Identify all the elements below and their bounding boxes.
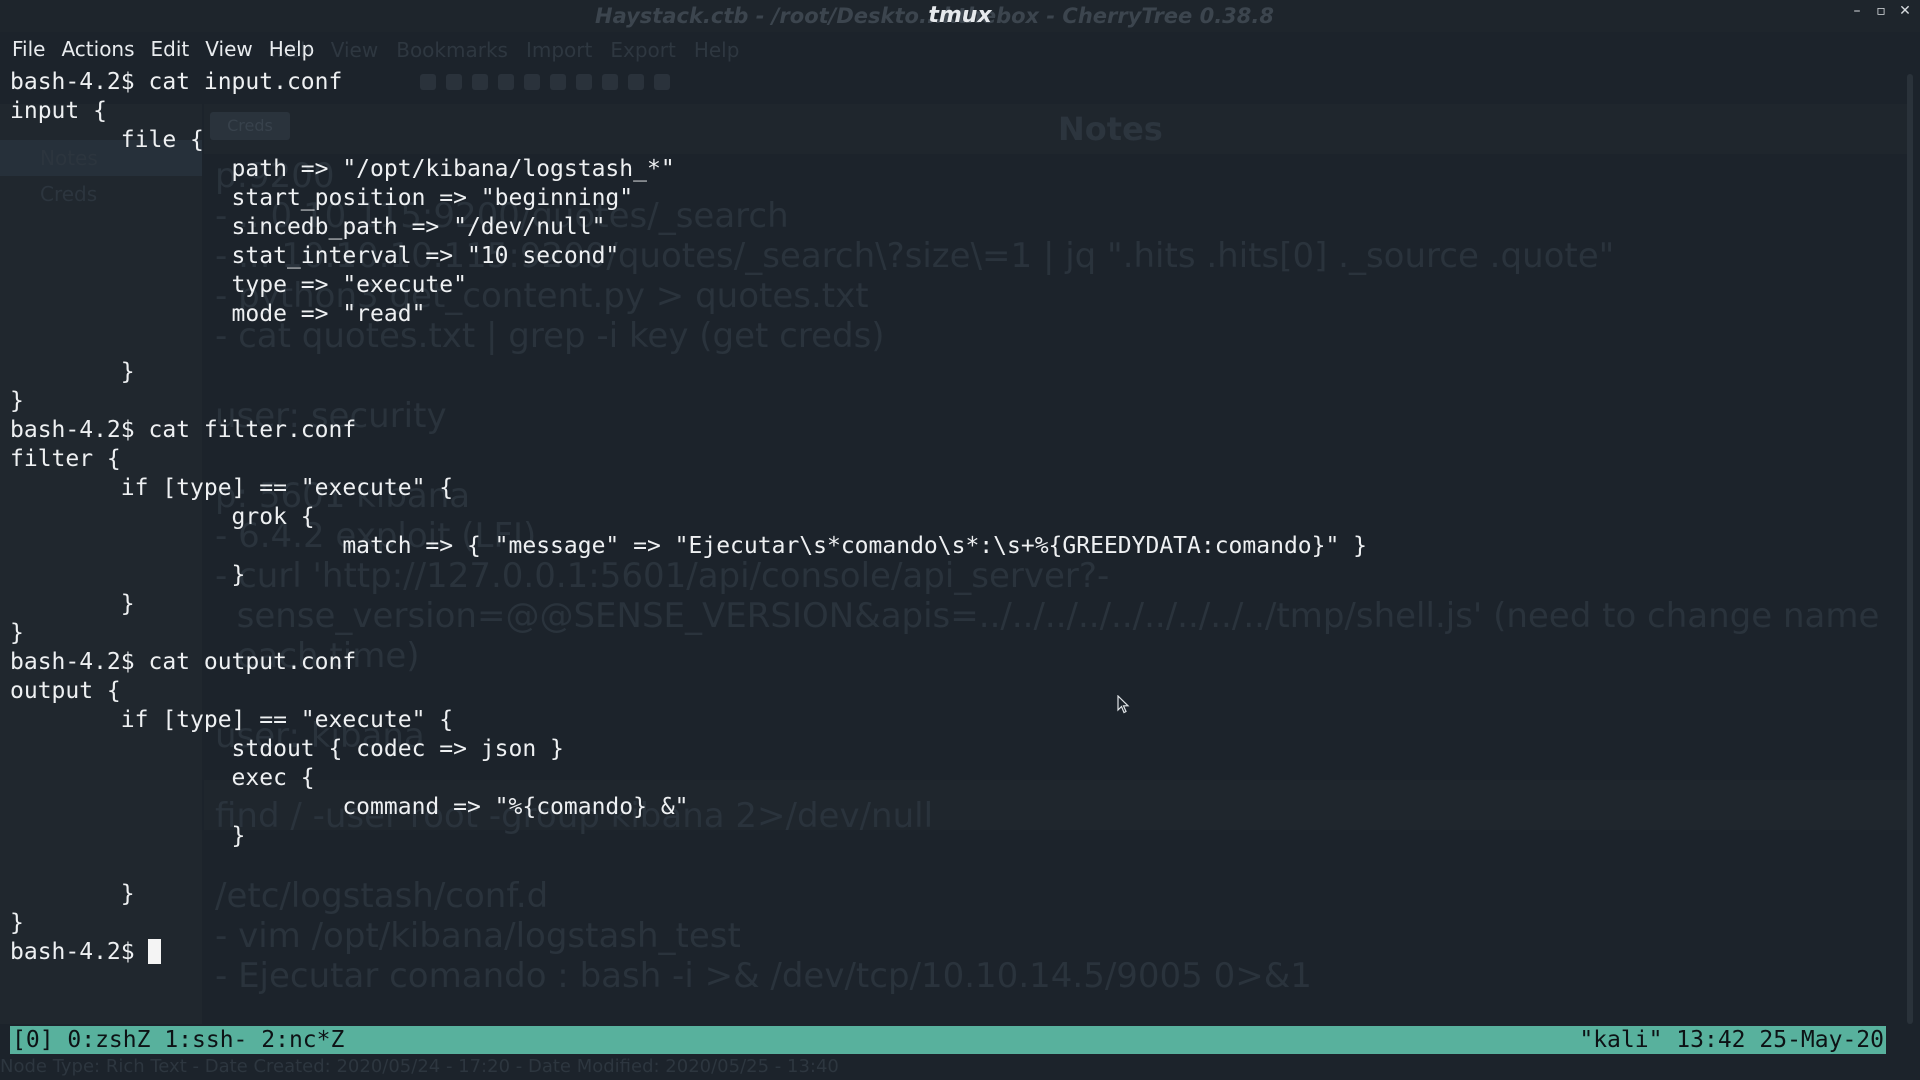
background-menu-item: Import [525,38,593,62]
terminal-line: sincedb_path => "/dev/null" [10,214,606,240]
terminal-line: if [type] == "execute" { [10,707,454,733]
minimize-icon[interactable]: – [1850,4,1864,18]
menu-edit[interactable]: Edit [143,37,198,61]
menu-actions[interactable]: Actions [53,37,142,61]
window-controls: – ▫ ✕ [1850,4,1912,18]
window-titlebar: Haystack.ctb - /root/Deskto...kthebox - … [0,0,1920,32]
menu-view[interactable]: View [197,37,260,61]
terminal-line: mode => "read" [10,301,426,327]
menu-bar: ...ch View Bookmarks Import Export Help … [0,32,1920,66]
terminal-line: output { [10,678,121,704]
background-menu: ...ch View Bookmarks Import Export Help [270,38,739,62]
background-menu-item: Export [610,38,676,62]
terminal-line: exec { [10,765,315,791]
background-menu-item: View [330,38,379,62]
tmux-session-info: "kali" 13:42 25-May-20 [1579,1027,1884,1053]
terminal-line: } [10,591,135,617]
terminal-line: file { [10,127,204,153]
tmux-window-list: [0] 0:zshZ 1:ssh- 2:nc*Z [12,1027,345,1053]
terminal-line: } [10,620,24,646]
window-title: tmux [928,3,992,28]
terminal-line: bash-4.2$ cat input.conf [10,69,343,95]
terminal-prompt: bash-4.2$ [10,939,149,965]
terminal-line: path => "/opt/kibana/logstash_*" [10,156,675,182]
terminal-line: stdout { codec => json } [10,736,564,762]
menu-help[interactable]: Help [261,37,323,61]
terminal-line: } [10,388,24,414]
terminal-line: filter { [10,446,121,472]
background-menu-item: Help [693,38,740,62]
terminal-line: bash-4.2$ cat output.conf [10,649,357,675]
terminal-line: } [10,910,24,936]
terminal-line: if [type] == "execute" { [10,475,454,501]
terminal-line: bash-4.2$ cat filter.conf [10,417,357,443]
terminal-cursor [148,939,162,964]
terminal-line: } [10,881,135,907]
close-icon[interactable]: ✕ [1898,4,1912,18]
terminal-line: match => { "message" => "Ejecutar\s*coma… [10,533,1368,559]
maximize-icon[interactable]: ▫ [1874,4,1888,18]
terminal-prompt-line[interactable]: bash-4.2$ [10,938,1890,967]
terminal-line: input { [10,98,107,124]
scrollbar[interactable] [1907,74,1913,1024]
terminal-line: } [10,359,135,385]
terminal-line: stat_interval => "10 second" [10,243,620,269]
mouse-pointer-icon [1117,695,1130,714]
terminal-line: } [10,562,246,588]
terminal-line: command => "%{comando} &" [10,794,689,820]
background-menu-item: Bookmarks [396,38,508,62]
background-status-footer: Node Type: Rich Text - Date Created: 202… [0,1056,839,1077]
terminal-output[interactable]: bash-4.2$ cat input.conf input { file { p… [10,68,1890,967]
tmux-status-bar: [0] 0:zshZ 1:ssh- 2:nc*Z "kali" 13:42 25… [10,1026,1886,1054]
menu-file[interactable]: File [12,37,53,61]
terminal-line: type => "execute" [10,272,467,298]
terminal-line: } [10,823,246,849]
terminal-line: start_position => "beginning" [10,185,634,211]
terminal-line: grok { [10,504,315,530]
